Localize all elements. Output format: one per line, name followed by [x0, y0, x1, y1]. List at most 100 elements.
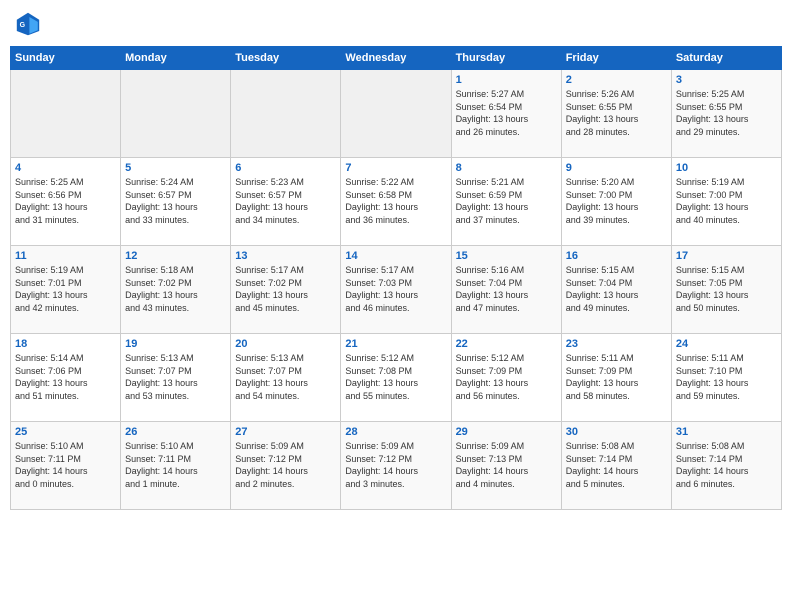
- day-number: 10: [676, 162, 777, 174]
- day-info: Sunrise: 5:15 AM Sunset: 7:05 PM Dayligh…: [676, 264, 777, 314]
- day-info: Sunrise: 5:08 AM Sunset: 7:14 PM Dayligh…: [566, 440, 667, 490]
- day-number: 1: [456, 74, 557, 86]
- calendar-day: 15 Sunrise: 5:16 AM Sunset: 7:04 PM Dayli…: [451, 246, 561, 334]
- day-number: 18: [15, 338, 116, 350]
- day-info: Sunrise: 5:10 AM Sunset: 7:11 PM Dayligh…: [15, 440, 116, 490]
- day-number: 24: [676, 338, 777, 350]
- calendar-day: 27 Sunrise: 5:09 AM Sunset: 7:12 PM Dayli…: [231, 422, 341, 510]
- day-info: Sunrise: 5:18 AM Sunset: 7:02 PM Dayligh…: [125, 264, 226, 314]
- header-row: SundayMondayTuesdayWednesdayThursdayFrid…: [11, 47, 782, 70]
- day-info: Sunrise: 5:19 AM Sunset: 7:00 PM Dayligh…: [676, 176, 777, 226]
- calendar-day: 25Sunrise: 5:10 AM Sunset: 7:11 PM Dayli…: [11, 422, 121, 510]
- calendar-day: 22 Sunrise: 5:12 AM Sunset: 7:09 PM Dayli…: [451, 334, 561, 422]
- day-info: Sunrise: 5:17 AM Sunset: 7:03 PM Dayligh…: [345, 264, 446, 314]
- day-number: 7: [345, 162, 446, 174]
- calendar-day: 9 Sunrise: 5:20 AM Sunset: 7:00 PM Daylig…: [561, 158, 671, 246]
- day-number: 6: [235, 162, 336, 174]
- day-info: Sunrise: 5:25 AM Sunset: 6:56 PM Dayligh…: [15, 176, 116, 226]
- day-info: Sunrise: 5:10 AM Sunset: 7:11 PM Dayligh…: [125, 440, 226, 490]
- calendar-day: 28 Sunrise: 5:09 AM Sunset: 7:12 PM Dayli…: [341, 422, 451, 510]
- day-info: Sunrise: 5:09 AM Sunset: 7:12 PM Dayligh…: [235, 440, 336, 490]
- calendar-day: 21 Sunrise: 5:12 AM Sunset: 7:08 PM Dayli…: [341, 334, 451, 422]
- day-number: 21: [345, 338, 446, 350]
- day-number: 27: [235, 426, 336, 438]
- calendar-day: [341, 70, 451, 158]
- day-number: 11: [15, 250, 116, 262]
- day-number: 26: [125, 426, 226, 438]
- day-info: Sunrise: 5:09 AM Sunset: 7:12 PM Dayligh…: [345, 440, 446, 490]
- day-number: 23: [566, 338, 667, 350]
- calendar-day: [121, 70, 231, 158]
- day-number: 17: [676, 250, 777, 262]
- day-number: 3: [676, 74, 777, 86]
- day-info: Sunrise: 5:22 AM Sunset: 6:58 PM Dayligh…: [345, 176, 446, 226]
- day-number: 20: [235, 338, 336, 350]
- calendar-day: 4 Sunrise: 5:25 AM Sunset: 6:56 PM Daylig…: [11, 158, 121, 246]
- calendar-week: 25Sunrise: 5:10 AM Sunset: 7:11 PM Dayli…: [11, 422, 782, 510]
- weekday-header: Monday: [121, 47, 231, 70]
- day-info: Sunrise: 5:20 AM Sunset: 7:00 PM Dayligh…: [566, 176, 667, 226]
- calendar-day: 14Sunrise: 5:17 AM Sunset: 7:03 PM Dayli…: [341, 246, 451, 334]
- calendar-day: [231, 70, 341, 158]
- day-info: Sunrise: 5:25 AM Sunset: 6:55 PM Dayligh…: [676, 88, 777, 138]
- calendar-day: 6Sunrise: 5:23 AM Sunset: 6:57 PM Daylig…: [231, 158, 341, 246]
- calendar-day: 18 Sunrise: 5:14 AM Sunset: 7:06 PM Dayli…: [11, 334, 121, 422]
- day-number: 9: [566, 162, 667, 174]
- day-info: Sunrise: 5:26 AM Sunset: 6:55 PM Dayligh…: [566, 88, 667, 138]
- weekday-header: Friday: [561, 47, 671, 70]
- calendar-day: 23 Sunrise: 5:11 AM Sunset: 7:09 PM Dayli…: [561, 334, 671, 422]
- calendar-day: 19 Sunrise: 5:13 AM Sunset: 7:07 PM Dayli…: [121, 334, 231, 422]
- calendar-week: 18 Sunrise: 5:14 AM Sunset: 7:06 PM Dayli…: [11, 334, 782, 422]
- calendar-day: 30 Sunrise: 5:08 AM Sunset: 7:14 PM Dayli…: [561, 422, 671, 510]
- weekday-header: Wednesday: [341, 47, 451, 70]
- day-number: 13: [235, 250, 336, 262]
- calendar-day: 2 Sunrise: 5:26 AM Sunset: 6:55 PM Daylig…: [561, 70, 671, 158]
- day-number: 28: [345, 426, 446, 438]
- calendar-day: 24 Sunrise: 5:11 AM Sunset: 7:10 PM Dayli…: [671, 334, 781, 422]
- day-info: Sunrise: 5:12 AM Sunset: 7:08 PM Dayligh…: [345, 352, 446, 402]
- day-info: Sunrise: 5:14 AM Sunset: 7:06 PM Dayligh…: [15, 352, 116, 402]
- svg-text:G: G: [20, 22, 26, 29]
- day-info: Sunrise: 5:13 AM Sunset: 7:07 PM Dayligh…: [125, 352, 226, 402]
- calendar-table: SundayMondayTuesdayWednesdayThursdayFrid…: [10, 46, 782, 510]
- calendar-day: 3 Sunrise: 5:25 AM Sunset: 6:55 PM Daylig…: [671, 70, 781, 158]
- logo-icon: G: [14, 10, 42, 38]
- calendar-day: 10 Sunrise: 5:19 AM Sunset: 7:00 PM Dayli…: [671, 158, 781, 246]
- day-number: 19: [125, 338, 226, 350]
- logo: G: [14, 10, 46, 38]
- day-info: Sunrise: 5:16 AM Sunset: 7:04 PM Dayligh…: [456, 264, 557, 314]
- day-info: Sunrise: 5:11 AM Sunset: 7:09 PM Dayligh…: [566, 352, 667, 402]
- day-number: 5: [125, 162, 226, 174]
- weekday-header: Saturday: [671, 47, 781, 70]
- day-info: Sunrise: 5:13 AM Sunset: 7:07 PM Dayligh…: [235, 352, 336, 402]
- day-number: 31: [676, 426, 777, 438]
- calendar-day: 29Sunrise: 5:09 AM Sunset: 7:13 PM Dayli…: [451, 422, 561, 510]
- day-number: 4: [15, 162, 116, 174]
- calendar-day: 11Sunrise: 5:19 AM Sunset: 7:01 PM Dayli…: [11, 246, 121, 334]
- calendar-day: 12Sunrise: 5:18 AM Sunset: 7:02 PM Dayli…: [121, 246, 231, 334]
- calendar-day: 26 Sunrise: 5:10 AM Sunset: 7:11 PM Dayli…: [121, 422, 231, 510]
- calendar-day: 1 Sunrise: 5:27 AM Sunset: 6:54 PM Daylig…: [451, 70, 561, 158]
- day-number: 15: [456, 250, 557, 262]
- day-info: Sunrise: 5:27 AM Sunset: 6:54 PM Dayligh…: [456, 88, 557, 138]
- day-info: Sunrise: 5:15 AM Sunset: 7:04 PM Dayligh…: [566, 264, 667, 314]
- day-number: 8: [456, 162, 557, 174]
- calendar-week: 1 Sunrise: 5:27 AM Sunset: 6:54 PM Daylig…: [11, 70, 782, 158]
- calendar-day: 8Sunrise: 5:21 AM Sunset: 6:59 PM Daylig…: [451, 158, 561, 246]
- day-number: 22: [456, 338, 557, 350]
- day-info: Sunrise: 5:09 AM Sunset: 7:13 PM Dayligh…: [456, 440, 557, 490]
- calendar-day: 20 Sunrise: 5:13 AM Sunset: 7:07 PM Dayli…: [231, 334, 341, 422]
- calendar-day: 31Sunrise: 5:08 AM Sunset: 7:14 PM Dayli…: [671, 422, 781, 510]
- day-info: Sunrise: 5:12 AM Sunset: 7:09 PM Dayligh…: [456, 352, 557, 402]
- day-info: Sunrise: 5:24 AM Sunset: 6:57 PM Dayligh…: [125, 176, 226, 226]
- day-number: 30: [566, 426, 667, 438]
- day-info: Sunrise: 5:11 AM Sunset: 7:10 PM Dayligh…: [676, 352, 777, 402]
- calendar-day: [11, 70, 121, 158]
- calendar-week: 11Sunrise: 5:19 AM Sunset: 7:01 PM Dayli…: [11, 246, 782, 334]
- calendar-day: 7 Sunrise: 5:22 AM Sunset: 6:58 PM Daylig…: [341, 158, 451, 246]
- day-number: 16: [566, 250, 667, 262]
- calendar-header: G: [10, 10, 782, 38]
- weekday-header: Sunday: [11, 47, 121, 70]
- day-number: 2: [566, 74, 667, 86]
- calendar-day: 5 Sunrise: 5:24 AM Sunset: 6:57 PM Daylig…: [121, 158, 231, 246]
